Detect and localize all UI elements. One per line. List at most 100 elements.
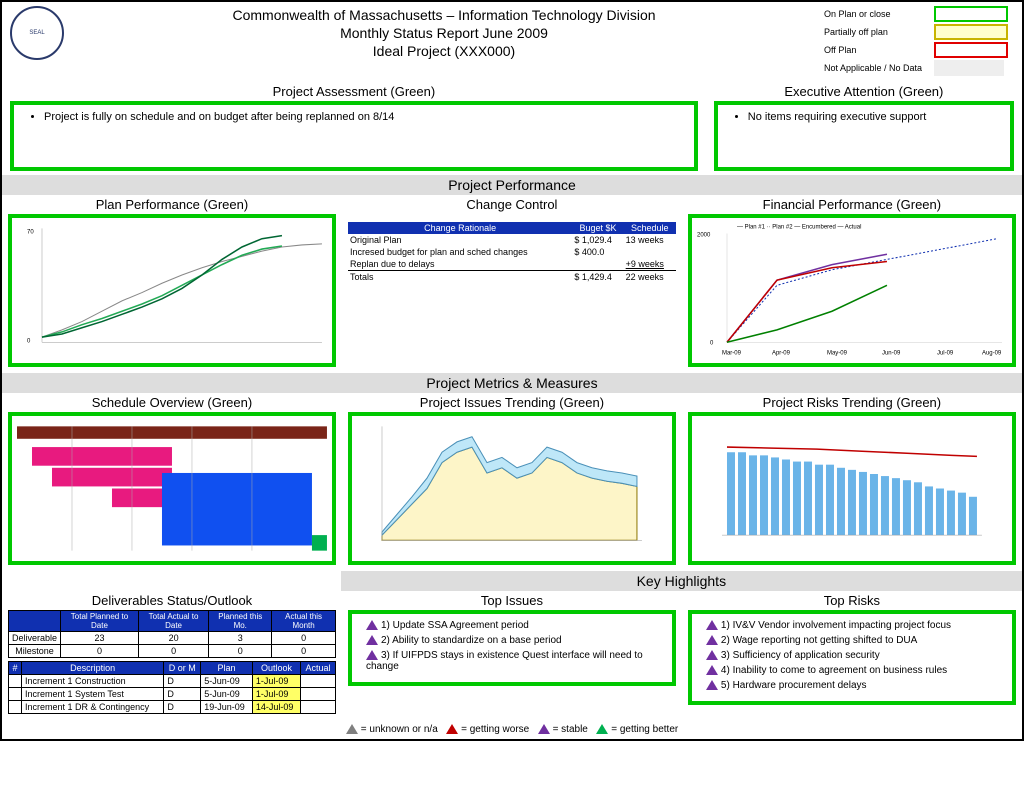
- dsc: Increment 1 DR & Contingency: [22, 701, 164, 714]
- legend-offplan: Off Plan: [824, 45, 934, 55]
- issue-item: 3) If UIFPDS stays in existence Quest in…: [366, 650, 643, 672]
- svg-text:Apr-09: Apr-09: [772, 350, 791, 357]
- change-control-title: Change Control: [348, 197, 676, 212]
- svg-text:2000: 2000: [697, 232, 711, 239]
- leg-better: = getting better: [611, 724, 678, 735]
- triangle-legend: = unknown or n/a = getting worse = stabl…: [2, 720, 1022, 739]
- dsh: Plan: [201, 662, 253, 675]
- cc-cell: [624, 246, 676, 258]
- dsc: 5-Jun-09: [201, 675, 253, 688]
- svg-text:0: 0: [27, 337, 31, 344]
- title-line3: Ideal Project (XXX000): [64, 42, 824, 60]
- svg-text:Aug-09: Aug-09: [982, 350, 1002, 357]
- issue-item: 1) Update SSA Agreement period: [381, 620, 529, 631]
- top-risks-title: Top Risks: [688, 593, 1016, 608]
- plan-perf-title: Plan Performance (Green): [8, 197, 336, 212]
- triangle-purple-icon: [366, 635, 378, 645]
- dsc: D: [164, 688, 201, 701]
- svg-text:70: 70: [27, 228, 34, 235]
- swatch-yellow: [934, 24, 1008, 40]
- dsc: 19-Jun-09: [201, 701, 253, 714]
- dsh: #: [9, 662, 22, 675]
- dsc: D: [164, 701, 201, 714]
- title-line2: Monthly Status Report June 2009: [64, 24, 824, 42]
- dsc: [9, 675, 22, 688]
- dsc: D: [164, 675, 201, 688]
- svg-text:— Plan #1 ·· Plan #2 — Enc: — Plan #1 ·· Plan #2 — Encumbered — Actu…: [737, 223, 861, 230]
- cc-head-budget: Buget $K: [572, 222, 623, 234]
- cc-cell: $ 1,029.4: [572, 234, 623, 246]
- attention-bullet: No items requiring executive support: [748, 111, 1000, 123]
- schedule-title: Schedule Overview (Green): [8, 395, 336, 410]
- triangle-purple-icon: [706, 665, 718, 675]
- dc: 0: [138, 645, 208, 658]
- leg-worse: = getting worse: [461, 724, 529, 735]
- deliverables-title: Deliverables Status/Outlook: [8, 593, 336, 608]
- triangle-purple-icon: [366, 650, 378, 660]
- svg-text:Jul-09: Jul-09: [937, 350, 954, 357]
- dh2: Planned this Mo.: [209, 611, 272, 632]
- leg-unknown: = unknown or n/a: [361, 724, 438, 735]
- dc: 0: [61, 645, 139, 658]
- triangle-purple-icon: [538, 724, 550, 734]
- dc: 0: [209, 645, 272, 658]
- triangle-purple-icon: [706, 650, 718, 660]
- risk-item: 5) Hardware procurement delays: [721, 680, 867, 691]
- svg-text:May-09: May-09: [827, 350, 848, 357]
- dsc: [9, 688, 22, 701]
- attention-title: Executive Attention (Green): [714, 84, 1014, 99]
- leg-stable: = stable: [553, 724, 588, 735]
- dsc: Increment 1 System Test: [22, 688, 164, 701]
- cc-row: Incresed budget for plan and sched chang…: [348, 246, 572, 258]
- top-issues-box: 1) Update SSA Agreement period 2) Abilit…: [348, 610, 676, 686]
- triangle-red-icon: [446, 724, 458, 734]
- swatch-green: [934, 6, 1008, 22]
- report-page: SEAL Commonwealth of Massachusetts – Inf…: [0, 0, 1024, 741]
- dsc: [301, 688, 336, 701]
- financial-performance-chart: — Plan #1 ·· Plan #2 — Encumbered — Actu…: [688, 214, 1016, 367]
- metrics-row: Schedule Overview (Green) Project Issues…: [2, 393, 1022, 571]
- cc-cell: 13 weeks: [624, 234, 676, 246]
- legend-partial: Partially off plan: [824, 27, 934, 37]
- risk-item: 4) Inability to come to agreement on bus…: [721, 665, 947, 676]
- swatch-red: [934, 42, 1008, 58]
- dsh: Actual: [301, 662, 336, 675]
- risk-item: 3) Sufficiency of application security: [721, 650, 880, 661]
- triangle-purple-icon: [366, 620, 378, 630]
- cc-cell: $ 1,429.4: [572, 271, 623, 284]
- dsc: 5-Jun-09: [201, 688, 253, 701]
- cc-head-sched: Schedule: [624, 222, 676, 234]
- dc: 23: [61, 632, 139, 645]
- assessment-box: Project is fully on schedule and on budg…: [10, 101, 698, 171]
- dsc: [301, 701, 336, 714]
- performance-row: Plan Performance (Green) 70 0 Change Cont…: [2, 195, 1022, 373]
- assessment-title: Project Assessment (Green): [10, 84, 698, 99]
- assessment-bullet: Project is fully on schedule and on budg…: [44, 111, 684, 123]
- attention-box: No items requiring executive support: [714, 101, 1014, 171]
- svg-text:Mar-09: Mar-09: [722, 350, 742, 357]
- dsc: [301, 675, 336, 688]
- triangle-purple-icon: [706, 635, 718, 645]
- dsc: 1-Jul-09: [252, 688, 300, 701]
- fin-perf-title: Financial Performance (Green): [688, 197, 1016, 212]
- dc: 20: [138, 632, 208, 645]
- swatch-grey: [934, 60, 1004, 76]
- cc-cell: [572, 258, 623, 271]
- dsh: Description: [22, 662, 164, 675]
- svg-text:Jun-09: Jun-09: [882, 350, 901, 357]
- dc: 0: [272, 645, 336, 658]
- highlights-row: Deliverables Status/Outlook Total Planne…: [2, 591, 1022, 720]
- plan-performance-chart: 70 0: [8, 214, 336, 367]
- cc-head-rationale: Change Rationale: [348, 222, 572, 234]
- cc-cell: +9 weeks: [624, 258, 676, 271]
- dc: 3: [209, 632, 272, 645]
- cc-row: Replan due to delays: [348, 258, 572, 271]
- dsc: [9, 701, 22, 714]
- risks-trend-title: Project Risks Trending (Green): [688, 395, 1016, 410]
- dr: Deliverable: [9, 632, 61, 645]
- risk-item: 2) Wage reporting not getting shifted to…: [721, 635, 917, 646]
- dh3: Actual this Month: [272, 611, 336, 632]
- assessment-row: Project Assessment (Green) Project is fu…: [2, 82, 1022, 175]
- state-seal-icon: SEAL: [10, 6, 64, 60]
- triangle-green-icon: [596, 724, 608, 734]
